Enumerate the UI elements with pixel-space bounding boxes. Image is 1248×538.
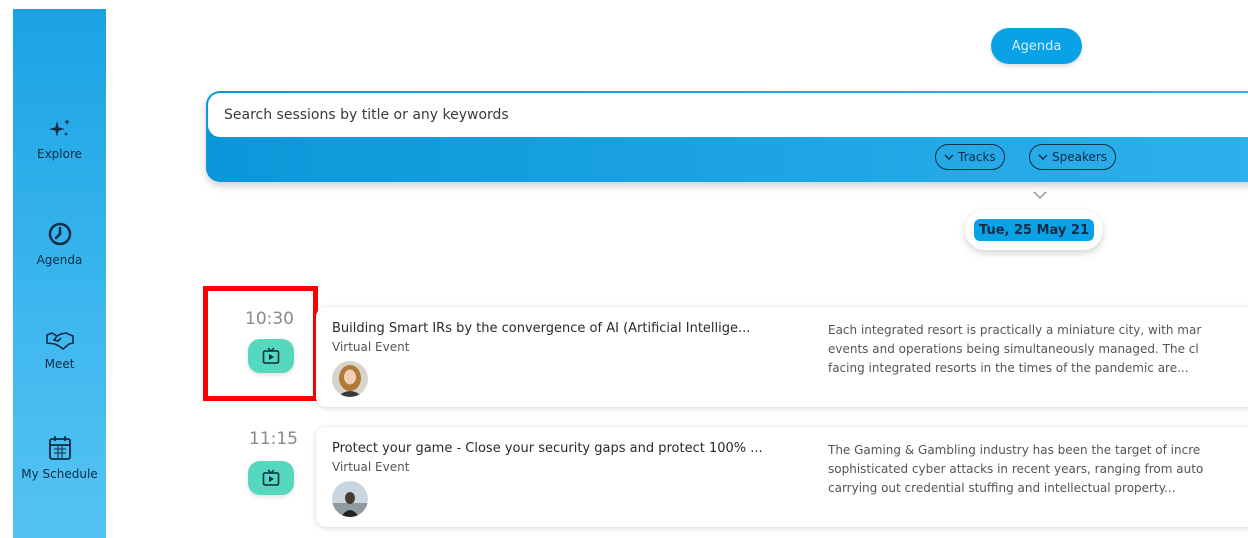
date-selector[interactable]: Tue, 25 May 21: [965, 210, 1103, 250]
search-input[interactable]: [208, 93, 1248, 137]
speaker-avatar[interactable]: [332, 481, 368, 517]
description-line: sophisticated cyber attacks in recent ye…: [828, 462, 1204, 476]
calendar-icon: [48, 436, 71, 460]
sparkle-icon: [48, 119, 70, 137]
chevron-down-icon: [1038, 154, 1048, 160]
session-description: The Gaming & Gambling industry has been …: [828, 441, 1248, 498]
sidebar-item-label: Meet: [44, 357, 75, 371]
date-label: Tue, 25 May 21: [974, 219, 1094, 241]
session-title: Protect your game - Close your security …: [332, 441, 763, 456]
sidebar-item-label: Explore: [36, 147, 83, 161]
description-line: facing integrated resorts in the times o…: [828, 361, 1189, 375]
speakers-filter-button[interactable]: Speakers: [1029, 144, 1117, 170]
session-type: Virtual Event: [332, 340, 410, 354]
watch-session-button[interactable]: [248, 461, 294, 495]
description-line: carrying out credential stuffing and int…: [828, 481, 1176, 495]
chevron-down-icon[interactable]: [1033, 190, 1047, 200]
highlight-box: [203, 286, 318, 401]
agenda-tab-button[interactable]: Agenda: [991, 28, 1082, 64]
session-time: 11:15: [249, 429, 298, 449]
speakers-filter-label: Speakers: [1052, 150, 1108, 164]
sidebar-item-meet[interactable]: Meet: [13, 329, 106, 371]
tv-play-icon: [262, 469, 280, 486]
session-title: Building Smart IRs by the convergence of…: [332, 321, 751, 336]
clock-icon: [48, 222, 71, 246]
session-card[interactable]: Building Smart IRs by the convergence of…: [316, 307, 1248, 407]
speaker-avatar[interactable]: [332, 361, 368, 397]
sidebar-item-label: Agenda: [36, 253, 83, 267]
session-description: Each integrated resort is practically a …: [828, 321, 1248, 378]
handshake-icon: [45, 332, 74, 350]
sidebar-item-my-schedule[interactable]: My Schedule: [13, 435, 106, 481]
session-card[interactable]: Protect your game - Close your security …: [316, 427, 1248, 527]
search-panel: Tracks Speakers: [206, 91, 1248, 182]
sidebar: Explore Agenda Meet My Schedule: [13, 9, 106, 538]
description-line: Each integrated resort is practically a …: [828, 323, 1202, 337]
session-type: Virtual Event: [332, 460, 410, 474]
description-line: The Gaming & Gambling industry has been …: [828, 443, 1201, 457]
chevron-down-icon: [944, 154, 954, 160]
sidebar-item-label: My Schedule: [21, 467, 98, 481]
sidebar-item-explore[interactable]: Explore: [13, 117, 106, 161]
sidebar-item-agenda[interactable]: Agenda: [13, 221, 106, 267]
tracks-filter-label: Tracks: [958, 150, 996, 164]
tracks-filter-button[interactable]: Tracks: [935, 144, 1005, 170]
description-line: events and operations being simultaneous…: [828, 342, 1199, 356]
